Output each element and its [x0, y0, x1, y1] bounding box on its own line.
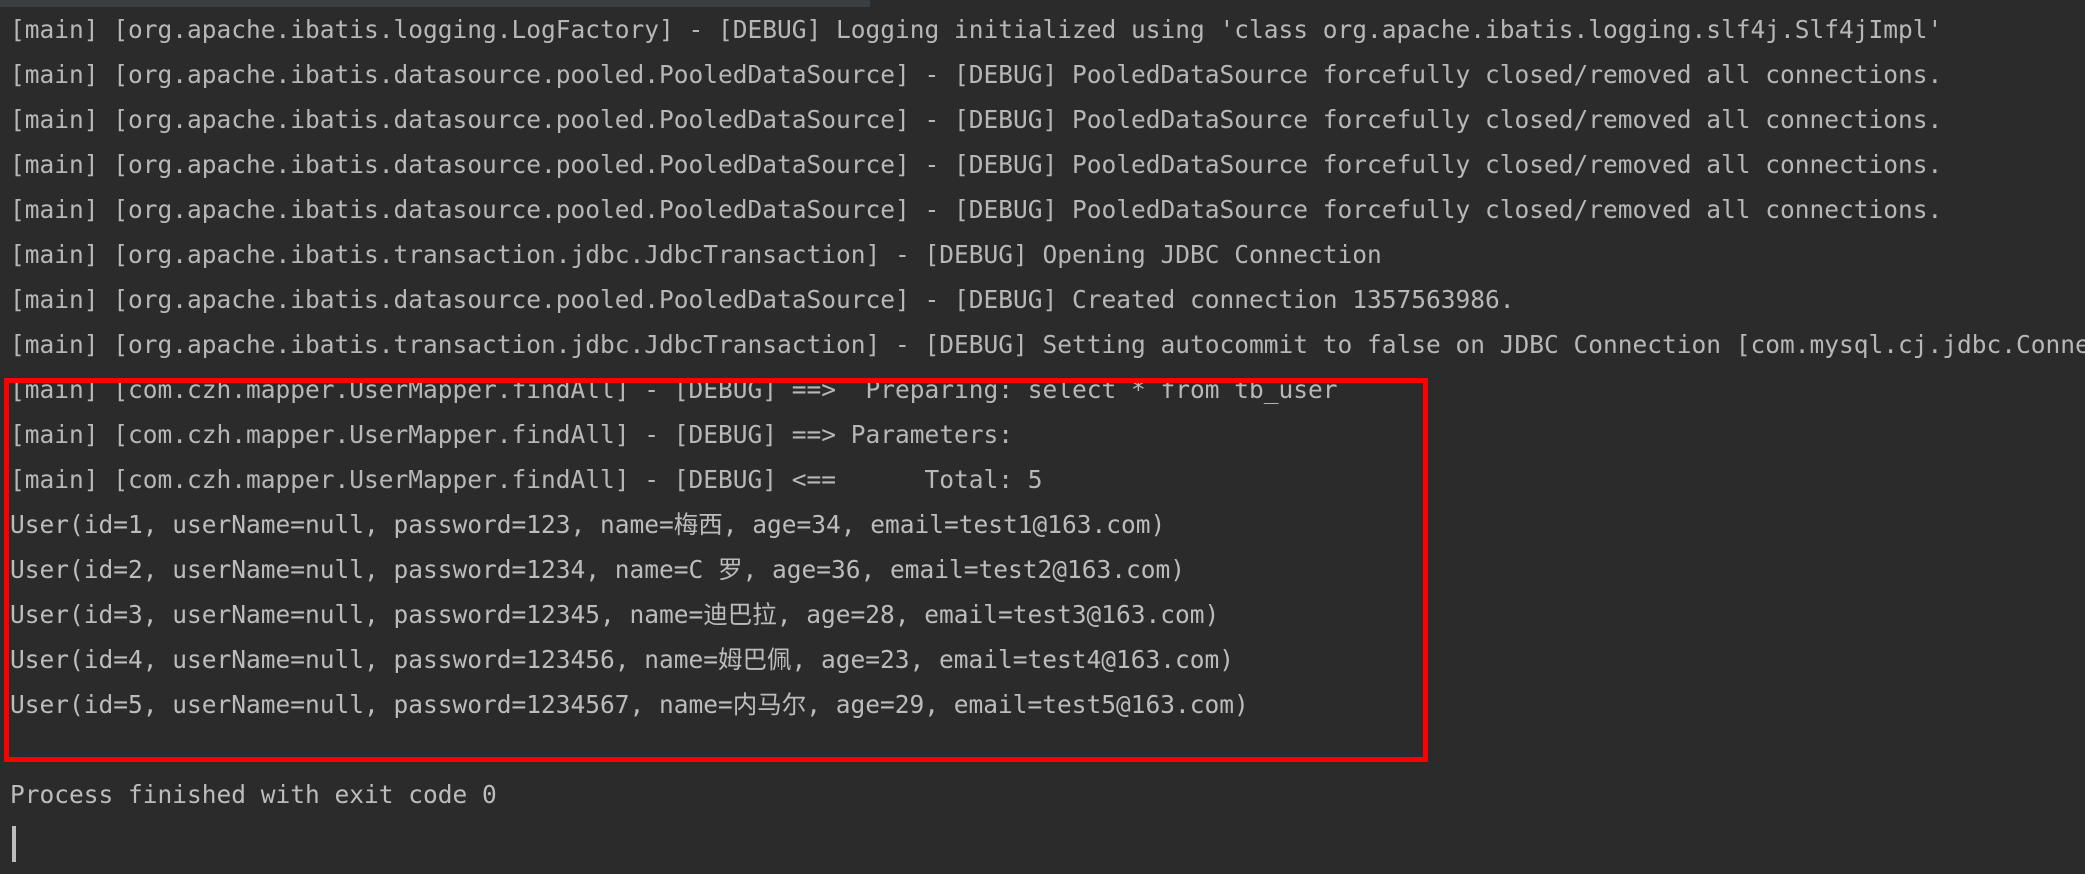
log-line: [main] [com.czh.mapper.UserMapper.findAl…	[10, 420, 1014, 449]
log-line: [main] [org.apache.ibatis.datasource.poo…	[10, 195, 1943, 224]
log-line: [main] [org.apache.ibatis.transaction.jd…	[10, 330, 2085, 359]
log-line: [main] [org.apache.ibatis.datasource.poo…	[10, 105, 1943, 134]
log-line: [main] [org.apache.ibatis.transaction.jd…	[10, 240, 1382, 269]
log-line: [main] [com.czh.mapper.UserMapper.findAl…	[10, 375, 1338, 404]
log-lines-container: [main] [org.apache.ibatis.logging.LogFac…	[0, 7, 2085, 817]
result-row: User(id=5, userName=null, password=12345…	[10, 690, 1249, 719]
text-caret	[12, 826, 16, 862]
log-line: [main] [com.czh.mapper.UserMapper.findAl…	[10, 465, 1043, 494]
result-row: User(id=3, userName=null, password=12345…	[10, 600, 1220, 629]
log-line: [main] [org.apache.ibatis.logging.LogFac…	[10, 15, 1943, 44]
log-line: [main] [org.apache.ibatis.datasource.poo…	[10, 60, 1943, 89]
log-line: [main] [org.apache.ibatis.datasource.poo…	[10, 150, 1943, 179]
console-output-panel[interactable]: [main] [org.apache.ibatis.logging.LogFac…	[0, 0, 2085, 874]
process-status-line: Process finished with exit code 0	[10, 780, 497, 809]
result-row: User(id=2, userName=null, password=1234,…	[10, 555, 1186, 584]
log-line: [main] [org.apache.ibatis.datasource.poo…	[10, 285, 1515, 314]
result-row: User(id=1, userName=null, password=123, …	[10, 510, 1166, 539]
top-divider-strip	[0, 0, 870, 7]
result-row: User(id=4, userName=null, password=12345…	[10, 645, 1235, 674]
